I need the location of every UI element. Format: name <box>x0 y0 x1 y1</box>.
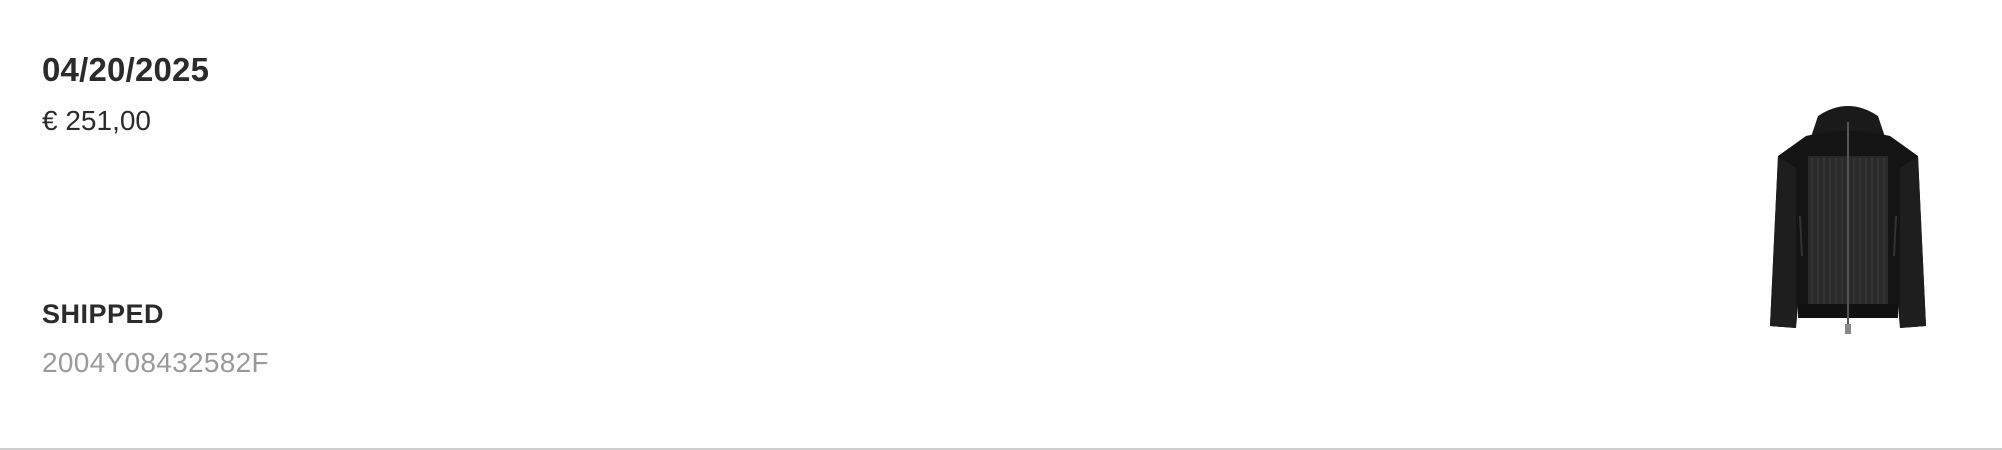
product-thumbnail[interactable] <box>1748 96 1948 336</box>
order-price: € 251,00 <box>42 105 151 136</box>
order-date: 04/20/2025 <box>42 51 210 88</box>
order-status: SHIPPED <box>42 299 165 329</box>
order-card[interactable]: 04/20/2025 € 251,00 SHIPPED 2004Y0843258… <box>0 0 2002 450</box>
order-number: 2004Y08432582F <box>42 347 269 378</box>
black-hooded-jacket-image <box>1770 106 1926 334</box>
